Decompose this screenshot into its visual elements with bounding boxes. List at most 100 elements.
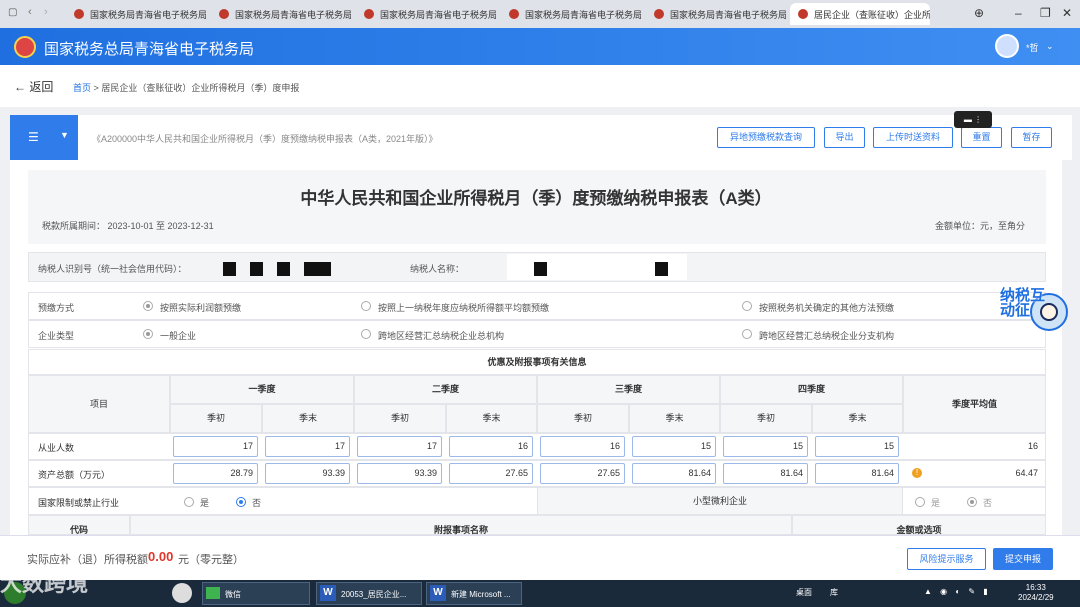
- restricted-yes-radio[interactable]: [184, 497, 194, 507]
- code-header: 代码: [28, 515, 130, 535]
- avatar[interactable]: [995, 34, 1019, 58]
- employees-avg: 16: [1027, 441, 1038, 451]
- small-micro-label: 小型微利企业: [537, 487, 903, 515]
- employees-q4-end[interactable]: 15: [815, 436, 899, 457]
- browser-tab[interactable]: 国家税务局青海省电子税务局: [211, 3, 351, 25]
- assets-q2-start[interactable]: 93.39: [357, 463, 442, 484]
- wechat-icon: [206, 587, 220, 599]
- radio-head-office[interactable]: [361, 329, 371, 339]
- app-icon[interactable]: [172, 583, 192, 603]
- assets-label: 资产总额（万元）: [38, 470, 111, 480]
- assets-q3-start[interactable]: 27.65: [540, 463, 625, 484]
- assets-q4-start[interactable]: 81.64: [723, 463, 808, 484]
- quarter-header: 三季度: [537, 375, 720, 404]
- risk-alert-button[interactable]: 风险提示服务: [907, 548, 986, 570]
- breadcrumb-home-link[interactable]: 首页: [73, 83, 91, 93]
- watermark: 大数跨境: [0, 571, 89, 596]
- restore-icon[interactable]: ❐: [1040, 6, 1051, 20]
- taskbar-clock[interactable]: 16:33 2024/2/29: [1018, 583, 1054, 603]
- assets-q4-end[interactable]: 81.64: [815, 463, 899, 484]
- sidebar-icon[interactable]: ▢: [8, 7, 17, 18]
- upload-button[interactable]: 上传时送资料: [873, 127, 953, 148]
- tax-logo-icon: [74, 9, 84, 19]
- back-nav-icon[interactable]: ‹: [28, 6, 32, 18]
- tray-desktop[interactable]: 桌面: [796, 587, 812, 598]
- sub-header: 季初: [720, 404, 812, 433]
- taxpayer-name-label: 纳税人名称：: [410, 264, 465, 274]
- form-title: 中华人民共和国企业所得税月（季）度预缴纳税申报表（A类）: [300, 189, 772, 208]
- browser-tab[interactable]: 国家税务局青海省电子税务局: [66, 3, 206, 25]
- employees-q2-end[interactable]: 16: [449, 436, 533, 457]
- remote-prepay-query-button[interactable]: 异地预缴税款查询: [717, 127, 815, 148]
- item-header: 项目: [28, 375, 170, 433]
- assets-q3-end[interactable]: 81.64: [632, 463, 716, 484]
- employees-q1-start[interactable]: 17: [173, 436, 258, 457]
- restricted-no-radio[interactable]: [236, 497, 246, 507]
- save-draft-button[interactable]: 暂存: [1011, 127, 1052, 148]
- tax-period: 税款所属期间： 2023-10-01 至 2023-12-31: [42, 221, 214, 231]
- assets-q2-end[interactable]: 27.65: [449, 463, 533, 484]
- tax-emblem-icon: [14, 36, 36, 58]
- employees-q3-start[interactable]: 16: [540, 436, 625, 457]
- radio-general-enterprise[interactable]: [143, 329, 153, 339]
- user-name[interactable]: *哲: [1026, 41, 1039, 54]
- globe-icon[interactable]: ⊕: [974, 6, 984, 20]
- sub-header: 季末: [629, 404, 720, 433]
- tax-payable-amount: 0.00: [148, 549, 174, 564]
- radio-other-method[interactable]: [742, 301, 752, 311]
- redaction-block: [223, 262, 236, 276]
- browser-tab[interactable]: 国家税务局青海省电子税务局: [356, 3, 496, 25]
- menu-icon: ☰: [28, 130, 39, 144]
- amount-option-header: 金额或选项: [792, 515, 1046, 535]
- taxpayer-id-label: 纳税人识别号（统一社会信用代码）：: [38, 264, 187, 274]
- avg-header: 季度平均值: [903, 375, 1046, 433]
- option-general-enterprise: 一般企业: [160, 331, 197, 341]
- tax-payable-label: 实际应补（退）所得税额: [27, 554, 148, 566]
- restricted-yes-label: 是: [200, 498, 210, 508]
- browser-tab-active[interactable]: 居民企业（查账征收）企业所✕: [790, 3, 930, 25]
- employees-q1-end[interactable]: 17: [265, 436, 350, 457]
- minimize-icon[interactable]: –: [1015, 6, 1022, 20]
- enterprise-type-label: 企业类型: [38, 331, 75, 341]
- employees-q4-start[interactable]: 15: [723, 436, 808, 457]
- employees-q2-start[interactable]: 17: [357, 436, 442, 457]
- tray-icons[interactable]: ▲ ◉ ◐ ✎ ▮: [924, 587, 991, 596]
- amount-unit: 金额单位：元，至角分: [935, 221, 1026, 231]
- export-button[interactable]: 导出: [824, 127, 865, 148]
- mascot-label[interactable]: 纳税互动征: [1000, 288, 1048, 318]
- sub-header: 季末: [446, 404, 537, 433]
- tax-logo-icon: [219, 9, 229, 19]
- submit-declaration-button[interactable]: 提交申报: [993, 548, 1053, 570]
- word-icon: W: [430, 585, 446, 601]
- chevron-down-icon[interactable]: ⌄: [1046, 41, 1054, 52]
- browser-tab[interactable]: 国家税务局青海省电子税务局: [501, 3, 641, 25]
- word-icon: W: [320, 585, 336, 601]
- option-prior-year: 按照上一纳税年度应纳税所得额平均额预缴: [378, 303, 550, 313]
- caret-down-icon: ▼: [60, 130, 69, 140]
- small-micro-yes-radio[interactable]: [915, 497, 925, 507]
- close-window-icon[interactable]: ✕: [1062, 6, 1072, 20]
- redaction-block: [250, 262, 263, 276]
- menu-button[interactable]: ☰ ▼: [10, 115, 78, 160]
- quarter-header: 二季度: [354, 375, 537, 404]
- sub-header: 季初: [170, 404, 262, 433]
- breadcrumb-current: 居民企业（查账征收）企业所得税月（季）度申报: [101, 83, 300, 93]
- screen-control-widget[interactable]: ▬ ⋮: [954, 111, 992, 128]
- redaction-block: [534, 262, 547, 276]
- radio-prior-year[interactable]: [361, 301, 371, 311]
- small-micro-no-radio[interactable]: [967, 497, 977, 507]
- option-other-method: 按照税务机关确定的其他方法预缴: [759, 303, 895, 313]
- option-head-office: 跨地区经营汇总纳税企业总机构: [378, 331, 505, 341]
- employees-q3-end[interactable]: 15: [632, 436, 716, 457]
- browser-tab[interactable]: 国家税务局青海省电子税务局: [646, 3, 786, 25]
- breadcrumb: 首页 > 居民企业（查账征收）企业所得税月（季）度申报: [73, 83, 300, 93]
- tax-logo-icon: [798, 9, 808, 19]
- radio-branch[interactable]: [742, 329, 752, 339]
- assets-q1-end[interactable]: 93.39: [265, 463, 350, 484]
- reset-button[interactable]: 重置: [961, 127, 1002, 148]
- radio-actual-profit[interactable]: [143, 301, 153, 311]
- forward-nav-icon[interactable]: ›: [44, 6, 48, 18]
- back-button[interactable]: ← 返回: [14, 78, 53, 95]
- assets-q1-start[interactable]: 28.79: [173, 463, 258, 484]
- tray-library[interactable]: 库: [830, 587, 838, 598]
